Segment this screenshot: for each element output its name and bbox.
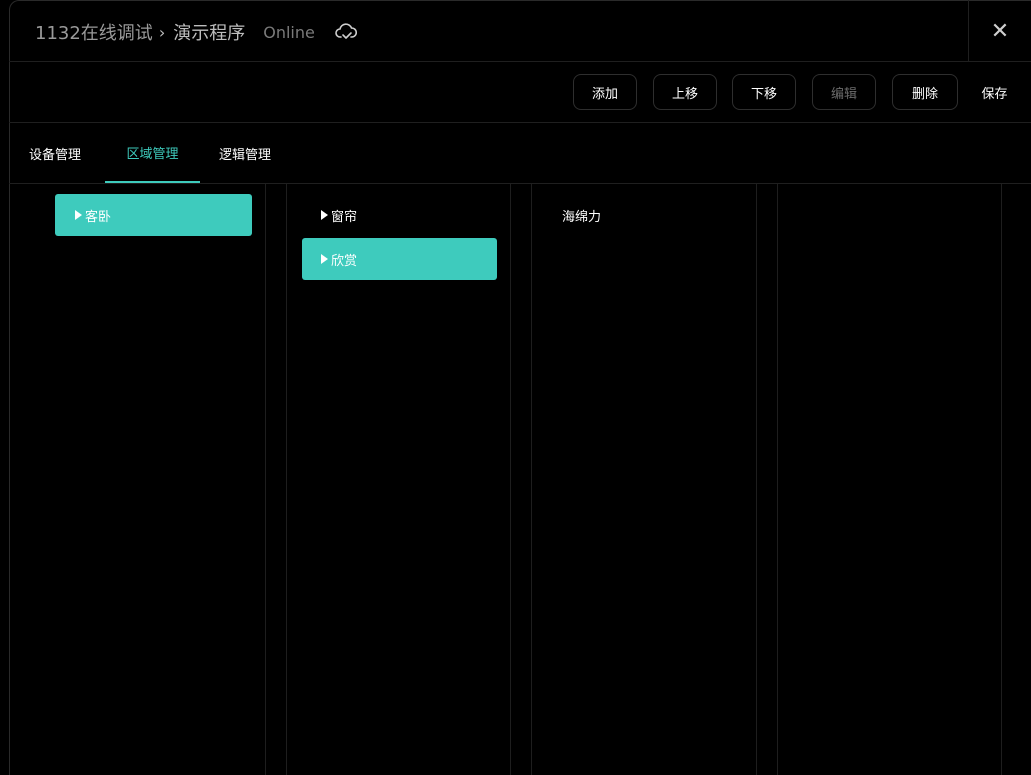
delete-button[interactable]: 删除 — [892, 74, 958, 110]
tab-bar: 设备管理 区域管理 逻辑管理 — [9, 123, 1031, 184]
area-item-curtain[interactable]: 窗帘 — [302, 194, 497, 236]
column-divider — [1001, 184, 1002, 775]
breadcrumb: 1132在线调试 › 演示程序 Online — [35, 19, 357, 45]
area-item-label: 窗帘 — [331, 209, 358, 225]
column-divider — [510, 184, 511, 775]
edit-button[interactable]: 编辑 — [812, 74, 876, 110]
area-item-sponge[interactable]: 海绵力 — [548, 194, 743, 236]
area-item-appreciate[interactable]: 欣赏 — [302, 238, 497, 280]
tab-logic-management[interactable]: 逻辑管理 — [219, 123, 271, 183]
title-bar: 1132在线调试 › 演示程序 Online ✕ — [9, 0, 1031, 62]
move-up-button[interactable]: 上移 — [653, 74, 717, 110]
column-divider — [531, 184, 532, 775]
save-button[interactable]: 保存 — [967, 74, 1022, 110]
connection-status: Online — [263, 22, 315, 42]
column-divider — [756, 184, 757, 775]
cloud-check-icon — [335, 22, 357, 42]
area-item-label: 海绵力 — [562, 209, 602, 225]
area-item-label: 欣赏 — [331, 253, 358, 269]
move-down-button[interactable]: 下移 — [732, 74, 796, 110]
column-divider — [777, 184, 778, 775]
caret-right-icon — [75, 210, 82, 220]
tab-device-management[interactable]: 设备管理 — [29, 123, 81, 183]
close-icon: ✕ — [990, 18, 1010, 44]
caret-right-icon — [321, 254, 328, 264]
area-item-guest-bedroom[interactable]: 客卧 — [55, 194, 252, 236]
chevron-right-icon: › — [158, 22, 166, 42]
column-divider — [286, 184, 287, 775]
toolbar: 添加 上移 下移 编辑 删除 保存 — [9, 62, 1031, 123]
caret-right-icon — [321, 210, 328, 220]
column-divider — [265, 184, 266, 775]
close-button[interactable]: ✕ — [968, 0, 1031, 62]
add-button[interactable]: 添加 — [573, 74, 637, 110]
tab-area-management[interactable]: 区域管理 — [105, 123, 200, 183]
breadcrumb-page: 演示程序 — [173, 23, 246, 44]
breadcrumb-project[interactable]: 1132在线调试 — [35, 19, 153, 45]
area-item-label: 客卧 — [85, 209, 112, 225]
